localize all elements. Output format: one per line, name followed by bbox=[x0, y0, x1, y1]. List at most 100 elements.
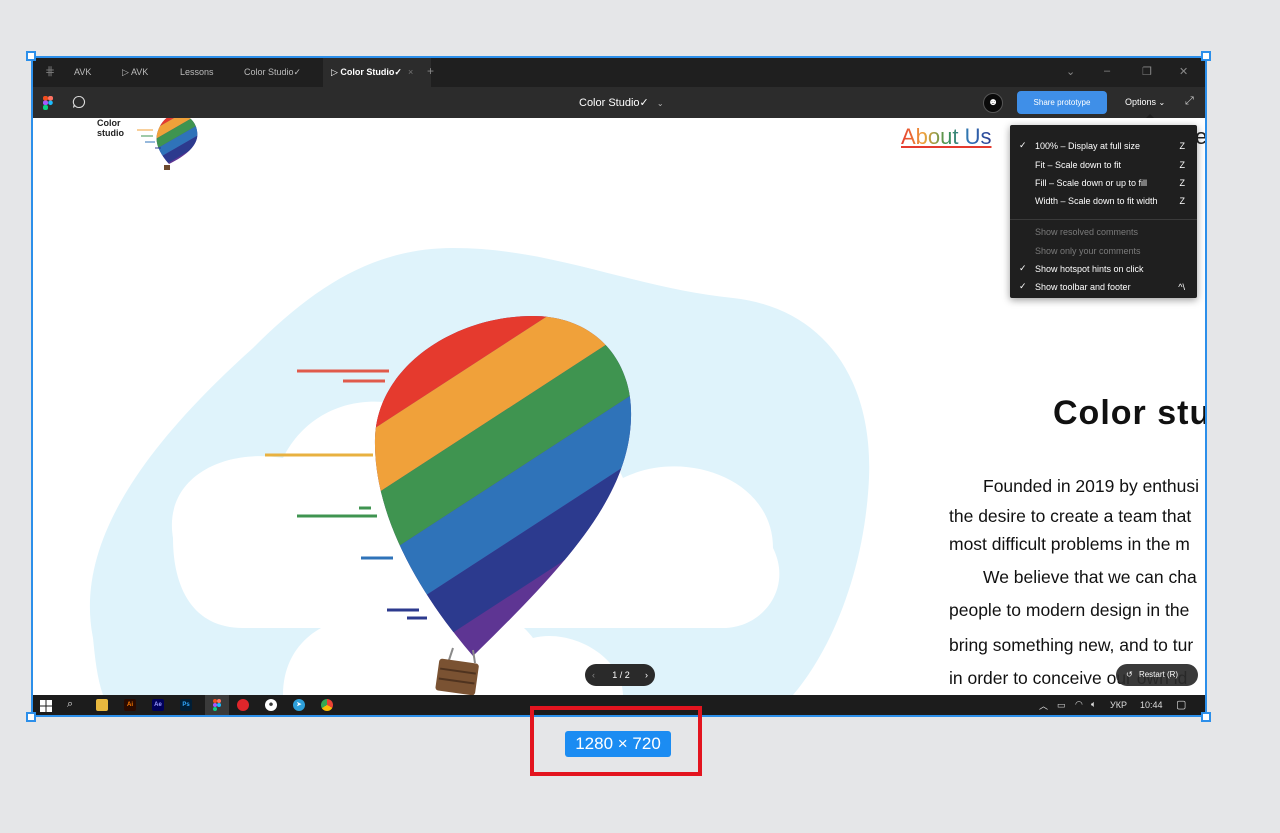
prototype-toolbar: Color Studio✓ ⌄ ☻ Share prototype Option… bbox=[33, 87, 1205, 119]
menu-item-fit[interactable]: Fit – Scale down to fit Z bbox=[1010, 158, 1197, 174]
next-page-icon[interactable]: › bbox=[645, 664, 648, 686]
menu-item-fill[interactable]: Fill – Scale down or up to fill Z bbox=[1010, 176, 1197, 192]
photoshop-icon[interactable]: Ps bbox=[180, 699, 192, 711]
menu-item-shortcut: Z bbox=[1179, 196, 1186, 206]
chevron-down-icon: ⌄ bbox=[656, 99, 664, 108]
tab-avk-prototype[interactable]: ▷ AVK bbox=[122, 67, 148, 78]
resize-handle[interactable] bbox=[1201, 712, 1211, 722]
menu-divider bbox=[1010, 219, 1197, 220]
chevron-down-icon: ⌄ bbox=[1158, 98, 1166, 107]
menu-item-label: 100% – Display at full size bbox=[1035, 141, 1141, 151]
figma-taskbar-button[interactable] bbox=[205, 695, 229, 715]
chrome-icon[interactable] bbox=[321, 699, 333, 711]
nav-about-us[interactable]: About Us bbox=[901, 124, 992, 150]
paragraph-line: bring something new, and to tur bbox=[949, 635, 1194, 655]
resize-handle[interactable] bbox=[1201, 51, 1211, 61]
resize-handle[interactable] bbox=[26, 51, 36, 61]
page-heading: Color stu bbox=[1053, 394, 1205, 432]
menu-item-resolved-comments: Show resolved comments bbox=[1010, 225, 1197, 241]
chevron-down-icon[interactable]: ⌄ bbox=[1066, 65, 1075, 78]
options-button[interactable]: Options ⌄ bbox=[1125, 97, 1165, 107]
volume-icon[interactable]: 🔈︎ bbox=[1091, 699, 1096, 710]
app-label: Ai bbox=[127, 702, 133, 708]
comment-icon[interactable] bbox=[72, 95, 86, 109]
balloon-basket bbox=[435, 658, 479, 695]
app-label: Ps bbox=[182, 702, 190, 708]
menu-item-label: Show hotspot hints on click bbox=[1035, 264, 1144, 274]
menu-item-label: Width – Scale down to fit width bbox=[1035, 196, 1158, 206]
restart-button[interactable]: ↺ Restart (R) bbox=[1116, 664, 1198, 686]
check-icon: ✓ bbox=[1019, 281, 1027, 291]
highlight-box bbox=[530, 706, 702, 776]
chevron-up-icon[interactable]: ︿ bbox=[1039, 699, 1048, 712]
messenger-icon[interactable]: ☻ bbox=[265, 699, 277, 711]
menu-item-label: Fit – Scale down to fit bbox=[1035, 160, 1122, 170]
prototype-window: ⋕ AVK ▷ AVK Lessons Color Studio✓ ▷ Colo… bbox=[31, 56, 1207, 717]
menu-item-label: Show toolbar and footer bbox=[1035, 282, 1131, 292]
battery-icon[interactable]: ▭ bbox=[1057, 700, 1066, 711]
paragraph-line: most difficult problems in the m bbox=[949, 534, 1190, 554]
tab-color-studio-prototype[interactable]: ▷ Color Studio✓ × bbox=[323, 58, 431, 87]
close-window-icon[interactable]: ✕ bbox=[1179, 65, 1188, 78]
notifications-icon[interactable]: ▢ bbox=[1176, 698, 1186, 711]
file-title: Color Studio✓ bbox=[579, 97, 649, 109]
check-icon: ✓ bbox=[1019, 140, 1027, 150]
menu-item-label: Fill – Scale down or up to fill bbox=[1035, 178, 1148, 188]
avatar[interactable]: ☻ bbox=[983, 93, 1003, 113]
app-label: Ae bbox=[154, 702, 162, 708]
page-indicator: 1 / 2 bbox=[612, 670, 630, 680]
clock[interactable]: 10:44 bbox=[1140, 700, 1163, 710]
menu-item-full-size[interactable]: ✓ 100% – Display at full size Z bbox=[1010, 139, 1197, 155]
options-label: Options bbox=[1125, 97, 1157, 107]
tab-label: Color Studio✓ bbox=[244, 67, 302, 77]
restart-icon: ↺ bbox=[1126, 670, 1133, 679]
close-tab-icon[interactable]: × bbox=[408, 67, 413, 77]
resize-handle[interactable] bbox=[26, 712, 36, 722]
menu-item-shortcut: Z bbox=[1179, 160, 1186, 170]
menu-item-width[interactable]: Width – Scale down to fit width Z bbox=[1010, 194, 1197, 210]
play-icon: ▷ bbox=[331, 67, 341, 77]
language-indicator[interactable]: УКР bbox=[1110, 700, 1127, 710]
menu-item-toolbar-footer[interactable]: ✓ Show toolbar and footer ^\ bbox=[1010, 280, 1197, 296]
share-button-label: Share prototype bbox=[1033, 98, 1091, 107]
menu-item-label: Show only your comments bbox=[1035, 246, 1141, 256]
hero-illustration bbox=[89, 248, 870, 695]
file-explorer-icon[interactable] bbox=[96, 699, 108, 711]
menu-item-own-comments: Show only your comments bbox=[1010, 244, 1197, 260]
figma-menu-icon[interactable]: ⋕ bbox=[45, 64, 55, 78]
restart-label: Restart (R) bbox=[1138, 670, 1179, 679]
windows-start-icon[interactable] bbox=[40, 700, 52, 712]
telegram-icon[interactable]: ➤ bbox=[293, 699, 305, 711]
menu-item-label: Show resolved comments bbox=[1035, 227, 1139, 237]
paragraph-line: the desire to create a team that bbox=[949, 506, 1192, 526]
search-icon[interactable]: ⌕ bbox=[67, 698, 73, 711]
page-pager: ‹ 1 / 2 › bbox=[585, 664, 655, 686]
tab-label: AVK bbox=[74, 67, 92, 77]
play-icon: ▷ bbox=[122, 67, 131, 77]
minimize-icon[interactable]: – bbox=[1104, 65, 1110, 77]
tab-label: Color Studio✓ bbox=[340, 67, 402, 77]
menu-item-shortcut: Z bbox=[1179, 141, 1186, 151]
menu-item-shortcut: ^\ bbox=[1178, 282, 1185, 292]
tab-bar: ⋕ AVK ▷ AVK Lessons Color Studio✓ ▷ Colo… bbox=[33, 58, 1205, 87]
after-effects-icon[interactable]: Ae bbox=[152, 699, 164, 711]
figma-logo-icon[interactable] bbox=[43, 96, 53, 110]
tab-color-studio[interactable]: Color Studio✓ bbox=[244, 67, 301, 78]
share-prototype-button[interactable]: Share prototype bbox=[1017, 91, 1107, 114]
tab-avk[interactable]: AVK bbox=[74, 67, 91, 77]
tab-label: AVK bbox=[130, 67, 149, 77]
fullscreen-icon[interactable]: ⤢ bbox=[1185, 95, 1194, 108]
previous-page-icon[interactable]: ‹ bbox=[592, 664, 595, 686]
new-tab-icon[interactable]: + bbox=[427, 64, 434, 78]
illustrator-icon[interactable]: Ai bbox=[124, 699, 136, 711]
nav-about-us-label: About Us bbox=[901, 124, 992, 149]
paragraph-line: We believe that we can cha bbox=[983, 567, 1197, 587]
wifi-icon[interactable]: ◠ bbox=[1075, 699, 1083, 710]
media-player-icon[interactable] bbox=[237, 699, 249, 711]
tab-lessons[interactable]: Lessons bbox=[180, 67, 214, 77]
check-icon: ✓ bbox=[1019, 263, 1027, 273]
options-menu: ✓ 100% – Display at full size Z Fit – Sc… bbox=[1010, 125, 1197, 298]
file-title-dropdown[interactable]: Color Studio✓ ⌄ bbox=[579, 96, 664, 109]
restore-icon[interactable]: ❐ bbox=[1142, 65, 1152, 78]
menu-item-hotspot-hints[interactable]: ✓ Show hotspot hints on click bbox=[1010, 262, 1197, 278]
